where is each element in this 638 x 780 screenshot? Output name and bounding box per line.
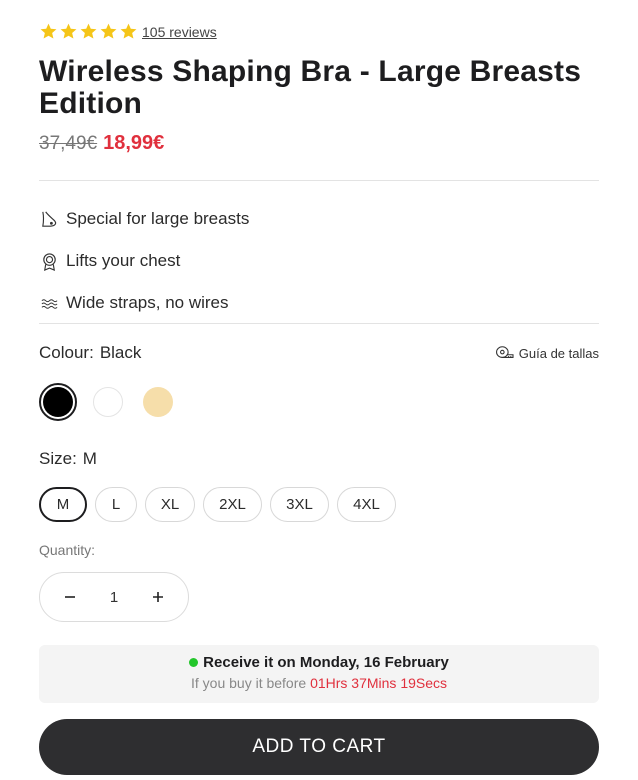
star-rating [39, 22, 138, 41]
original-price: 37,49€ [39, 133, 98, 154]
feature-text: Wide straps, no wires [66, 293, 229, 312]
size-selected-value: M [82, 449, 97, 468]
star-icon [40, 23, 57, 39]
plus-icon[interactable] [150, 589, 166, 605]
delivery-prefix: If you buy it before [190, 675, 307, 691]
star-icon [60, 23, 77, 39]
colour-row: Colour: Black Guía de tallas [39, 343, 599, 363]
reviews-link[interactable]: 105 reviews [142, 24, 217, 40]
countdown-timer: 01Hrs 37Mins 19Secs [310, 675, 448, 691]
swatch-color [93, 387, 123, 417]
quantity-label: Quantity: [39, 542, 96, 558]
product-title: Wireless Shaping Bra - Large Breasts Edi… [39, 55, 582, 120]
waves-icon [39, 293, 59, 313]
swatch-color [43, 387, 73, 417]
colour-selected-value: Black [99, 343, 142, 362]
breast-icon [39, 209, 59, 229]
feature-item: Wide straps, no wires [39, 282, 599, 324]
rating-row: 105 reviews [39, 22, 217, 41]
swatch-white[interactable] [89, 383, 127, 421]
colour-label: Colour: Black [39, 343, 141, 363]
add-to-cart-button[interactable]: ADD TO CART [39, 719, 599, 775]
size-options: M L XL 2XL 3XL 4XL [39, 487, 396, 522]
delivery-headline: Receive it on Monday, 16 February [203, 654, 449, 671]
star-icon [120, 23, 137, 39]
delivery-countdown-row: If you buy it before 01Hrs 37Mins 19Secs [39, 675, 599, 691]
size-option-xl[interactable]: XL [145, 487, 195, 522]
size-option-2xl[interactable]: 2XL [203, 487, 262, 522]
quantity-stepper: 1 [39, 572, 189, 622]
size-guide-label: Guía de tallas [518, 345, 599, 361]
size-label-text: Size: [39, 449, 77, 468]
delivery-headline-row: Receive it on Monday, 16 February [39, 654, 599, 671]
star-icon [100, 23, 117, 39]
colour-label-text: Colour: [39, 343, 94, 362]
tape-measure-icon [495, 346, 514, 358]
size-label: Size: M [39, 449, 97, 469]
delivery-box: Receive it on Monday, 16 February If you… [39, 645, 599, 703]
size-option-3xl[interactable]: 3XL [270, 487, 329, 522]
feature-item: Lifts your chest [39, 240, 599, 282]
size-option-l[interactable]: L [95, 487, 137, 522]
price-row: 37,49€ 18,99€ [39, 132, 164, 155]
quantity-input[interactable]: 1 [99, 589, 129, 606]
feature-text: Lifts your chest [66, 251, 181, 270]
feature-text: Special for large breasts [66, 209, 250, 228]
colour-swatches [39, 383, 177, 421]
badge-icon [39, 251, 59, 271]
swatch-black[interactable] [39, 383, 77, 421]
swatch-color [143, 387, 173, 417]
star-icon [80, 23, 97, 39]
size-guide-link[interactable]: Guía de tallas [495, 345, 599, 361]
divider [39, 323, 599, 324]
swatch-beige[interactable] [139, 383, 177, 421]
size-option-m[interactable]: M [39, 487, 87, 522]
size-option-4xl[interactable]: 4XL [337, 487, 396, 522]
sale-price: 18,99€ [103, 132, 165, 154]
minus-icon[interactable] [62, 589, 78, 605]
feature-item: Special for large breasts [39, 198, 599, 240]
status-dot-icon [189, 658, 199, 667]
divider [39, 180, 599, 181]
feature-list: Special for large breasts Lifts your che… [39, 198, 599, 324]
